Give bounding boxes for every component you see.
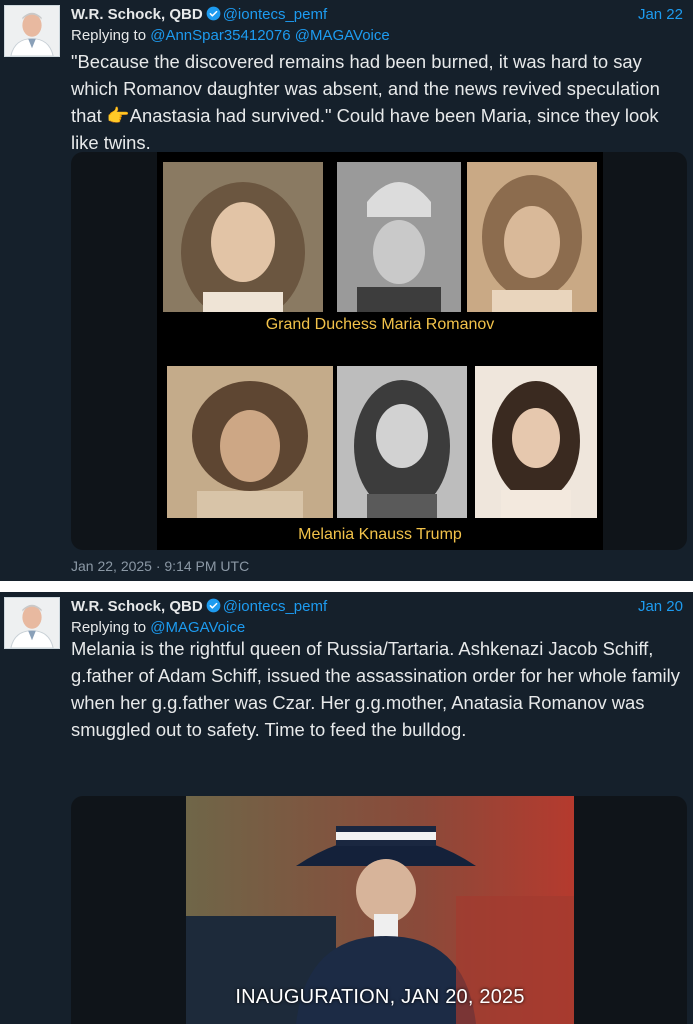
avatar[interactable] <box>4 5 60 57</box>
author-handle[interactable]: @iontecs_pemf <box>223 6 327 23</box>
tweet-text: Melania is the rightful queen of Russia/… <box>71 638 680 740</box>
tweet-text-part2: Anastasia had survived." Could have been… <box>71 105 659 153</box>
replying-prefix: Replying to <box>71 619 151 636</box>
tweet-date[interactable]: Jan 20 <box>638 597 683 617</box>
portrait-photo <box>467 162 597 312</box>
portrait-photo <box>163 162 323 312</box>
comparison-collage: Grand Duchess Maria Romanov Melania Knau… <box>157 152 603 550</box>
caption-top: Grand Duchess Maria Romanov <box>265 316 495 333</box>
author-name[interactable]: W.R. Schock, QBD <box>71 598 203 615</box>
author-handle[interactable]: @iontecs_pemf <box>223 598 327 615</box>
portrait-photo <box>167 366 333 518</box>
inauguration-caption: INAUGURATION, JAN 20, 2025 <box>235 986 525 1008</box>
avatar[interactable] <box>4 597 60 649</box>
portrait-photo <box>475 366 597 518</box>
author-name[interactable]: W.R. Schock, QBD <box>71 6 203 23</box>
verified-badge-icon <box>206 598 221 613</box>
tweet-header: W.R. Schock, QBD @iontecs_pemf Jan 20 <box>71 597 685 617</box>
verified-badge-icon <box>206 6 221 21</box>
tweet-media[interactable]: Grand Duchess Maria Romanov Melania Knau… <box>71 152 687 550</box>
inauguration-photo: INAUGURATION, JAN 20, 2025 <box>186 796 574 1024</box>
portrait-photo <box>337 162 461 312</box>
reply-mentions[interactable]: @MAGAVoice <box>150 619 245 636</box>
replying-prefix: Replying to <box>71 27 151 44</box>
tweet-date[interactable]: Jan 22 <box>638 5 683 25</box>
tweet-media[interactable]: INAUGURATION, JAN 20, 2025 <box>71 796 687 1024</box>
caption-bottom: Melania Knauss Trump <box>298 526 462 543</box>
tweet-text: "Because the discovered remains had been… <box>71 48 683 156</box>
tweet-1[interactable]: W.R. Schock, QBD @iontecs_pemf Jan 22 Rep… <box>0 0 693 581</box>
portrait-photo <box>337 366 467 518</box>
pointing-hand-emoji: 👉 <box>106 105 130 126</box>
tweet-header: W.R. Schock, QBD @iontecs_pemf Jan 22 <box>71 5 685 25</box>
tweet-timestamp[interactable]: Jan 22, 2025 · 9:14 PM UTC <box>71 558 249 574</box>
reply-mentions[interactable]: @AnnSpar35412076 @MAGAVoice <box>150 27 390 44</box>
replying-to: Replying to @AnnSpar35412076 @MAGAVoice <box>71 26 390 46</box>
